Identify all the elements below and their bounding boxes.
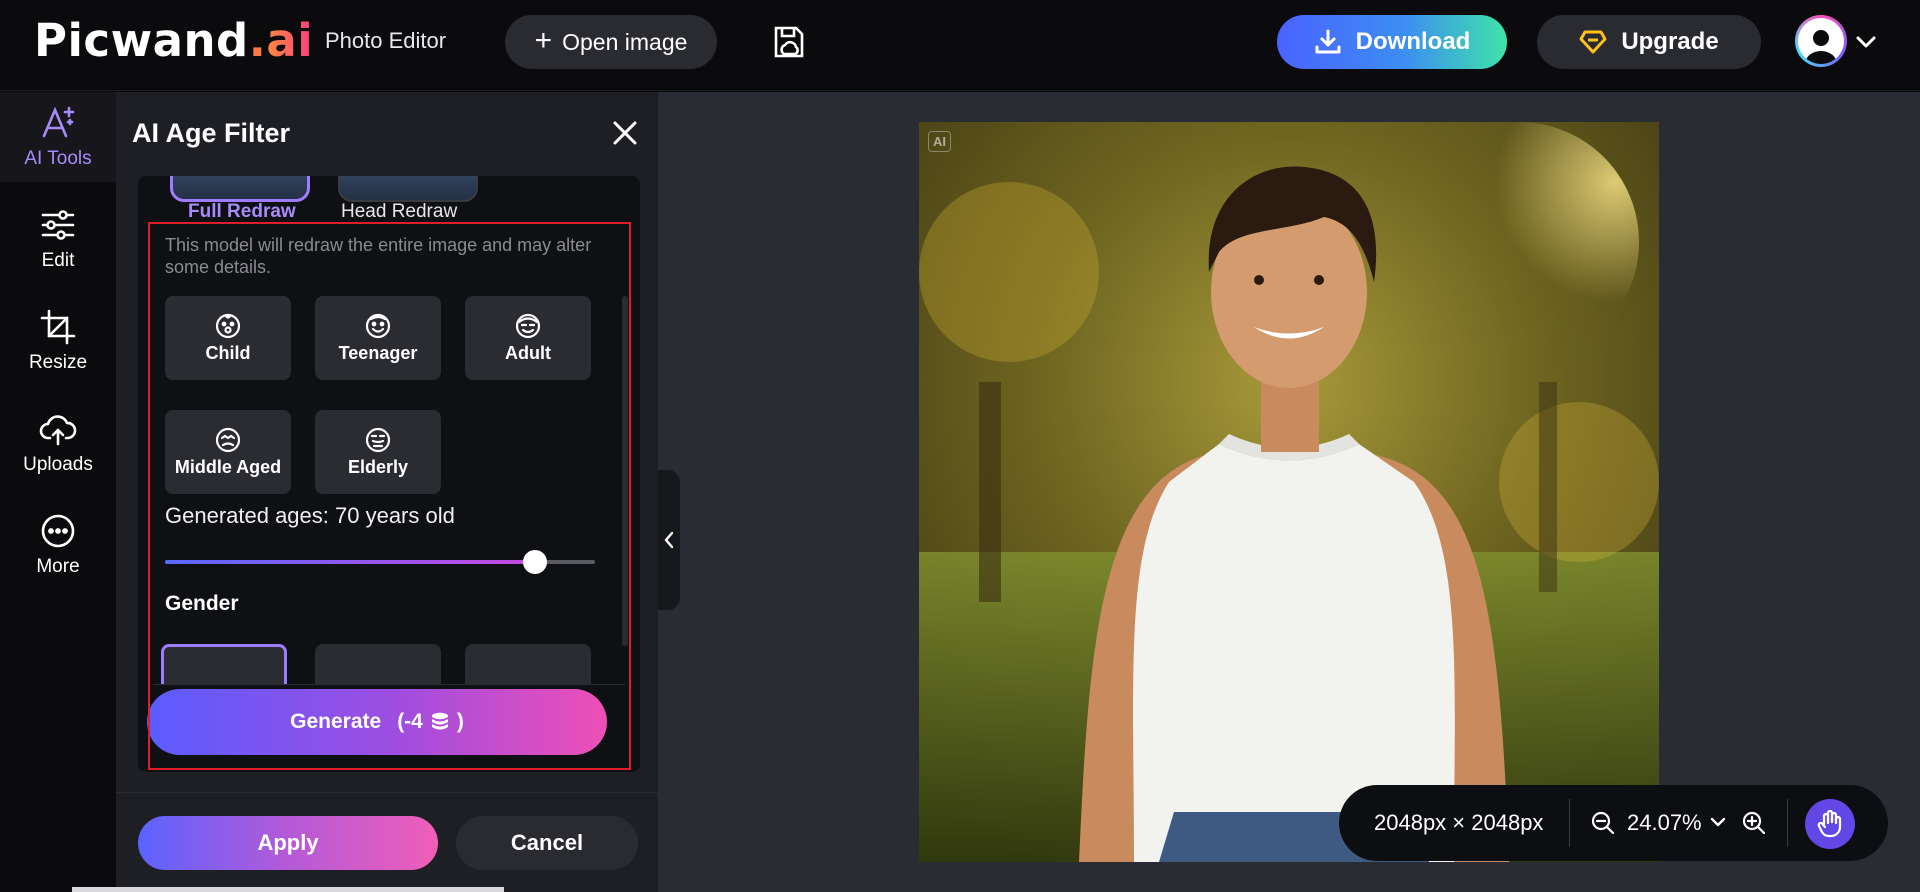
close-icon[interactable] xyxy=(610,118,640,148)
age-option-teenager[interactable]: Teenager xyxy=(315,296,441,380)
age-label: Middle Aged xyxy=(174,456,282,477)
zoom-level[interactable]: 24.07% xyxy=(1627,810,1702,836)
portrait-photo xyxy=(919,122,1659,862)
nav-item-ai-tools[interactable]: AI Tools xyxy=(0,92,116,182)
adult-face-icon xyxy=(515,313,541,338)
generate-cost: (-4 xyxy=(397,710,423,733)
middle-aged-face-icon xyxy=(215,427,241,452)
app-logo[interactable]: Picwand.ai xyxy=(34,14,313,67)
upgrade-button[interactable]: Upgrade xyxy=(1537,15,1761,69)
gender-heading: Gender xyxy=(165,592,239,615)
logo-dot: . xyxy=(248,14,267,67)
upgrade-label: Upgrade xyxy=(1621,28,1719,55)
ai-tools-icon xyxy=(42,106,75,138)
age-slider-handle[interactable] xyxy=(522,550,547,574)
logo-ai: ai xyxy=(266,14,314,67)
image-preview[interactable]: AI xyxy=(919,122,1659,862)
top-bar: Picwand.ai Photo Editor + Open image Dow… xyxy=(0,0,1920,91)
teenager-face-icon xyxy=(365,313,391,338)
app-title: Photo Editor xyxy=(325,28,447,53)
generate-label: Generate xyxy=(290,710,382,733)
hand-icon xyxy=(1817,810,1842,838)
child-face-icon xyxy=(215,313,241,338)
nav-label: AI Tools xyxy=(24,148,92,169)
nav-label: Edit xyxy=(41,250,75,271)
zoom-out-icon[interactable] xyxy=(1591,811,1615,835)
age-option-middle-aged[interactable]: Middle Aged xyxy=(165,410,291,494)
model-description: This model will redraw the entire image … xyxy=(165,235,592,277)
collapse-panel-button[interactable] xyxy=(658,470,680,610)
age-label: Elderly xyxy=(347,456,409,477)
age-slider[interactable] xyxy=(165,550,595,574)
open-image-label: Open image xyxy=(562,28,688,55)
nav-label: More xyxy=(36,556,80,577)
coins-icon xyxy=(431,712,448,730)
panel-title: AI Age Filter xyxy=(132,118,291,148)
generated-ages-text: Generated ages: 70 years old xyxy=(165,503,455,528)
mode-thumb-head-redraw[interactable] xyxy=(338,176,478,202)
age-label: Teenager xyxy=(338,342,418,363)
age-option-child[interactable]: Child xyxy=(165,296,291,380)
chevron-down-icon[interactable] xyxy=(1709,813,1727,831)
panel-footer-divider xyxy=(116,792,658,793)
nav-item-resize[interactable]: Resize xyxy=(0,296,116,386)
cloud-upload-icon xyxy=(39,415,77,446)
more-icon xyxy=(41,514,75,548)
panel-scroll-area[interactable]: Full Redraw Head Redraw This model will … xyxy=(138,176,640,772)
generate-cost-close: ) xyxy=(456,710,464,733)
nav-item-uploads[interactable]: Uploads xyxy=(0,398,116,488)
nav-item-edit[interactable]: Edit xyxy=(0,194,116,284)
plus-icon: + xyxy=(534,23,553,57)
user-icon xyxy=(1805,30,1837,64)
logo-text: Picwand xyxy=(34,14,249,67)
apply-button[interactable]: Apply xyxy=(138,816,438,870)
age-slider-fill xyxy=(165,560,535,564)
pan-tool-button[interactable] xyxy=(1805,799,1855,849)
zoom-toolbar: 2048px × 2048px 24.07% xyxy=(1339,785,1888,861)
nav-label: Resize xyxy=(28,352,88,373)
image-dimensions: 2048px × 2048px xyxy=(1374,810,1544,835)
age-label: Child xyxy=(205,342,251,363)
nav-label: Uploads xyxy=(23,454,93,475)
download-label: Download xyxy=(1355,28,1471,55)
zoom-divider xyxy=(1787,799,1788,847)
age-filter-panel: AI Age Filter Full Redraw Head Redraw Th… xyxy=(116,92,658,892)
generate-divider xyxy=(153,684,625,685)
download-icon xyxy=(1315,29,1341,54)
ai-badge: AI xyxy=(928,131,951,152)
open-image-button[interactable]: + Open image xyxy=(505,15,717,69)
age-option-adult[interactable]: Adult xyxy=(465,296,591,380)
age-option-elderly[interactable]: Elderly xyxy=(315,410,441,494)
download-button[interactable]: Download xyxy=(1277,15,1507,69)
age-label: Adult xyxy=(505,342,551,363)
left-nav: AI Tools Edit Resize Uploads More xyxy=(0,92,116,892)
mode-full-redraw[interactable]: Full Redraw xyxy=(188,201,296,223)
diamond-icon xyxy=(1579,30,1607,54)
cancel-button[interactable]: Cancel xyxy=(456,816,638,870)
zoom-divider xyxy=(1569,799,1570,847)
elderly-face-icon xyxy=(365,427,391,452)
mode-head-redraw[interactable]: Head Redraw xyxy=(341,201,457,223)
avatar[interactable] xyxy=(1795,15,1847,67)
panel-scroll-indicator xyxy=(72,887,504,892)
nav-item-more[interactable]: More xyxy=(0,500,116,590)
save-cloud-icon[interactable] xyxy=(772,24,806,60)
panel-scrollbar[interactable] xyxy=(622,296,628,646)
generate-button[interactable]: Generate (-4 ) xyxy=(147,689,607,755)
zoom-in-icon[interactable] xyxy=(1742,811,1766,835)
mode-thumb-full-redraw[interactable] xyxy=(170,176,310,202)
crop-icon xyxy=(40,309,76,345)
chevron-left-icon xyxy=(664,531,674,549)
chevron-down-icon[interactable] xyxy=(1854,30,1878,54)
sliders-icon xyxy=(41,210,75,240)
